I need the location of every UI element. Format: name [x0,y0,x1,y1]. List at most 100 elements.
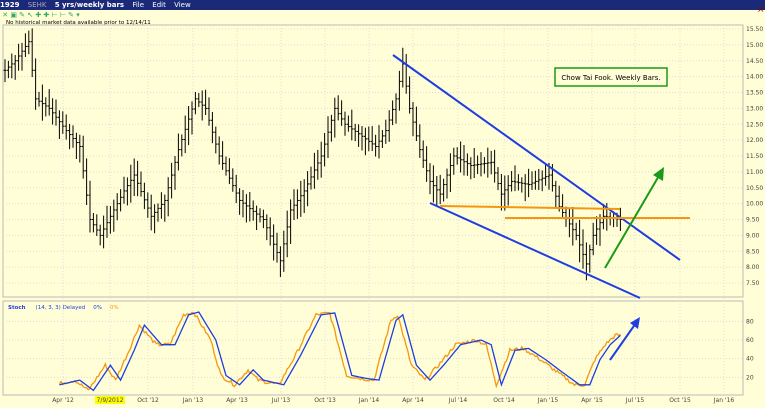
price-bar [275,232,279,263]
price-bar [421,140,425,168]
price-bar [574,222,578,241]
x-tick: Jul '13 [271,397,291,404]
price-bar [292,189,296,221]
annotation-title: Chow Tai Fook. Weekly Bars. [561,74,660,82]
price-tick: 9.50 [746,217,760,224]
price-bar [261,209,265,229]
price-bar [272,224,276,261]
price-bar [200,90,204,121]
price-bar [30,28,34,78]
price-bar [146,192,150,218]
x-tick: Apr '12 [52,397,74,404]
price-bar [248,192,252,222]
price-bar [506,175,510,206]
price-tick: 11.50 [746,153,763,160]
price-bar [340,100,344,126]
price-bar [37,91,41,107]
price-bar [370,126,374,151]
price-bar [153,204,157,234]
stoch-tick: 60 [746,337,754,344]
price-bar [40,84,44,121]
price-bar [438,174,442,205]
price-bar [554,180,558,208]
price-tick: 12.50 [746,121,763,128]
price-tick: 8.00 [746,264,760,271]
price-bar [204,89,208,115]
price-tick: 9.00 [746,232,760,239]
price-bar [571,206,575,246]
price-bar [115,193,119,221]
x-tick: Jul '15 [625,397,645,404]
price-bar [387,110,391,142]
price-bar [360,126,364,151]
price-bar [380,130,384,149]
price-bar [442,178,446,202]
chart[interactable]: 15.50 15.00 14.50 14.00 13.50 13.00 12.50 12.00… [0,0,765,408]
price-bar [217,136,221,165]
price-bar [469,157,473,180]
price-bar [391,100,395,126]
price-bar [486,147,490,178]
price-bar [323,132,327,167]
price-bar [156,203,160,222]
x-tick: Jul '14 [448,397,468,404]
price-bar [312,152,316,189]
price-bar [17,43,21,71]
price-bar [319,141,323,178]
price-tick: 12.00 [746,137,763,144]
price-bar [238,188,242,215]
close-icon[interactable]: × [757,5,765,15]
blue-up-arrow-icon [609,317,640,361]
price-bar [564,206,568,227]
stoch-tick: 20 [746,374,754,381]
price-bar [71,125,75,148]
price-bar [289,199,293,244]
stoch-d-line [58,311,621,391]
price-bar [533,170,537,190]
price-bar [465,153,469,176]
x-tick: Oct '12 [137,397,159,404]
price-bar [193,91,197,115]
stoch-tick: 40 [746,356,754,363]
price-bar [173,155,177,190]
price-bar [418,124,422,158]
price-bar [125,177,129,206]
price-panel [2,24,744,298]
price-bar [374,134,378,157]
price-bar [91,213,95,233]
price-bar [285,210,289,258]
price-bar [448,153,452,193]
price-bar [336,95,340,121]
price-tick: 15.50 [746,26,763,33]
price-bar [544,164,548,186]
price-bar [102,215,106,249]
x-tick: Jan '16 [713,397,735,404]
price-bar [234,174,238,204]
price-bar [401,47,405,88]
price-bar [530,171,534,191]
price-bar [357,124,361,147]
price-tick: 11.00 [746,169,763,176]
price-bar [88,180,92,233]
price-bar [224,156,228,176]
x-tick: Oct '14 [493,397,515,404]
price-bar [51,98,55,125]
price-bar [207,97,211,126]
price-bar [180,134,184,157]
price-bar [183,115,187,154]
price-bar [377,125,381,159]
price-bar [47,89,51,116]
price-bar [136,160,140,197]
price-bar [523,174,527,202]
price-bar [353,123,357,142]
price-bar [462,145,466,176]
price-bar [197,93,201,108]
price-bar [499,173,503,211]
price-bar [394,93,398,124]
price-bar [496,167,500,191]
price-bar [68,123,72,150]
price-bar [20,42,24,71]
price-bar [122,176,126,204]
price-bar [588,244,592,273]
x-tick: Oct '13 [314,397,336,404]
